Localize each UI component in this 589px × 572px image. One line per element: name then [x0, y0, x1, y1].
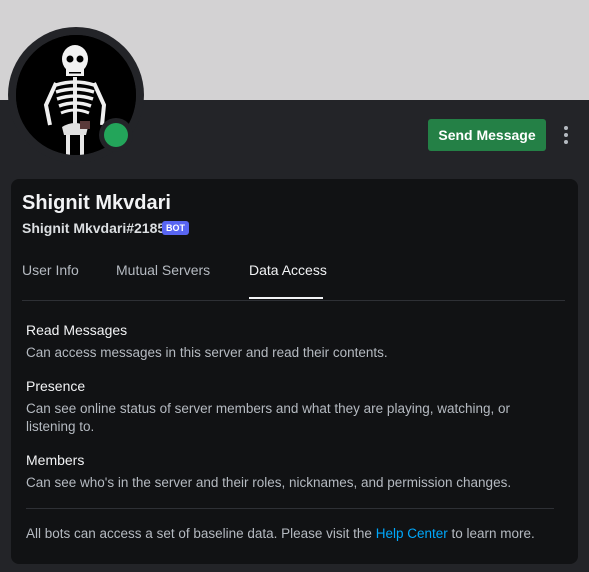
display-name: Shignit Mkvdari	[22, 192, 171, 214]
permission-title: Members	[26, 452, 85, 468]
active-tab-indicator	[249, 297, 323, 299]
permission-title: Read Messages	[26, 322, 128, 338]
permission-description: Can see who's in the server and their ro…	[26, 475, 512, 490]
footer-text: to learn more.	[447, 526, 535, 541]
permission-description: Can access messages in this server and r…	[26, 345, 388, 360]
tab-user-info[interactable]: User Info	[22, 262, 79, 278]
tab-mutual-servers[interactable]: Mutual Servers	[116, 262, 210, 278]
user-tag[interactable]: Shignit Mkvdari#2185	[22, 220, 165, 236]
permission-description: Can see online status of server members …	[26, 401, 511, 434]
footer-text: All bots can access a set of baseline da…	[26, 526, 376, 541]
footer-note: All bots can access a set of baseline da…	[26, 526, 535, 541]
vertical-ellipsis-icon[interactable]	[558, 124, 574, 146]
tabs-divider	[22, 300, 565, 301]
tab-data-access[interactable]: Data Access	[249, 262, 327, 278]
help-center-link[interactable]: Help Center	[376, 526, 448, 541]
profile-card	[11, 179, 578, 564]
online-status-icon	[104, 123, 128, 147]
permission-title: Presence	[26, 378, 86, 394]
bot-badge: BOT	[162, 221, 189, 235]
send-message-button[interactable]: Send Message	[428, 119, 546, 151]
footer-divider	[26, 508, 554, 509]
